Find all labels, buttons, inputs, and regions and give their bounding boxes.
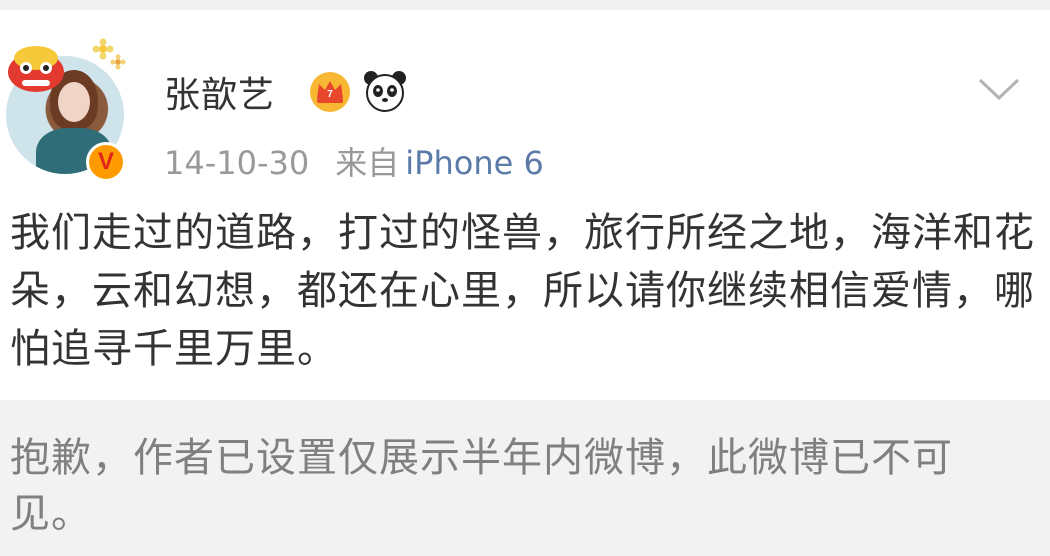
panda-icon[interactable] <box>362 68 408 114</box>
notice-banner: 抱歉，作者已设置仅展示半年内微博，此微博已不可见。 <box>0 400 1050 556</box>
post-meta: 14-10-30 来自 iPhone 6 <box>164 138 544 184</box>
username[interactable]: 张歆艺 <box>164 66 275 118</box>
verified-badge-icon: V <box>86 142 126 182</box>
flower-icon <box>110 54 126 70</box>
crown-icon[interactable]: 7 <box>308 70 352 114</box>
post-content: 我们走过的道路，打过的怪兽，旅行所经之地，海洋和花朵，云和幻想，都还在心里，所以… <box>10 210 1035 372</box>
source-device-link[interactable]: iPhone 6 <box>405 144 544 182</box>
post-date: 14-10-30 <box>164 144 310 182</box>
top-divider <box>0 0 1050 10</box>
avatar[interactable]: V <box>6 38 130 182</box>
svg-text:7: 7 <box>327 89 333 100</box>
source-prefix: 来自 <box>335 144 400 182</box>
chevron-down-icon[interactable] <box>976 74 1022 104</box>
notice-text: 抱歉，作者已设置仅展示半年内微博，此微博已不可见。 <box>10 435 953 537</box>
weibo-post-card: V 张歆艺 7 14-10-30 来自 iPhone 6 我们走过的道路，打过的怪兽… <box>0 10 1050 400</box>
lion-dance-frame-icon <box>8 46 64 92</box>
